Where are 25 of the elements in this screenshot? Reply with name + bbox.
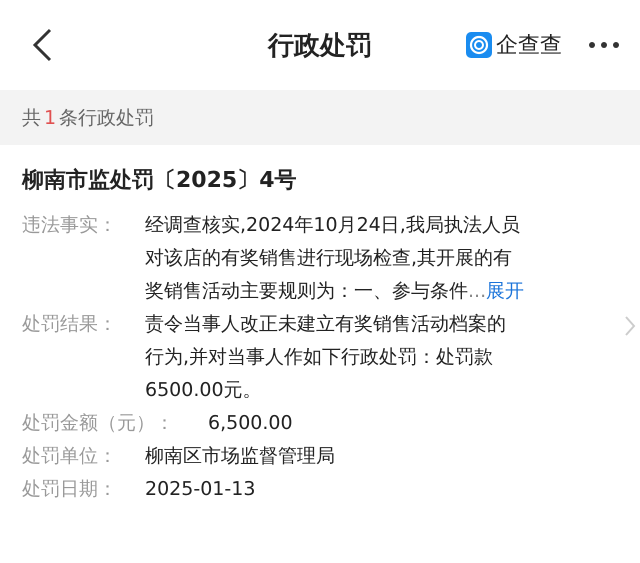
fact-text: 奖销售活动主要规则为：一、参与条件 <box>145 279 468 304</box>
ellipsis: ... <box>468 279 486 304</box>
field-label: 处罚单位： <box>22 444 118 469</box>
field-value: 2025-01-13 <box>145 477 256 502</box>
record-title: 柳南市监处罚〔2025〕4号 <box>22 166 297 195</box>
brand-name: 企查查 <box>496 32 562 60</box>
field-label: 违法事实： <box>22 213 118 238</box>
field-value: 6,500.00 <box>208 411 293 436</box>
back-icon[interactable] <box>30 27 54 63</box>
field-value: 对该店的有奖销售进行现场检查,其开展的有 <box>145 246 512 271</box>
field-value: 经调查核实,2024年10月24日,我局执法人员 <box>145 213 520 238</box>
field-value: 行为,并对当事人作如下行政处罚：处罚款 <box>145 345 494 370</box>
summary-text: 条行政处罚 <box>59 106 154 130</box>
record-count: 1 <box>44 106 56 128</box>
field-label: 处罚金额（元）： <box>22 411 175 436</box>
field-value: 责令当事人改正未建立有奖销售活动档案的 <box>145 312 506 337</box>
page-title: 行政处罚 <box>268 30 372 60</box>
more-icon[interactable] <box>588 41 620 49</box>
field-value: 柳南区市场监督管理局 <box>145 444 335 469</box>
summary-text: 共 <box>22 106 41 130</box>
field-label: 处罚日期： <box>22 477 118 502</box>
field-label: 处罚结果： <box>22 312 118 337</box>
field-value: 6500.00元。 <box>145 378 262 403</box>
expand-link[interactable]: 展开 <box>486 275 524 308</box>
logo-icon <box>466 32 492 58</box>
